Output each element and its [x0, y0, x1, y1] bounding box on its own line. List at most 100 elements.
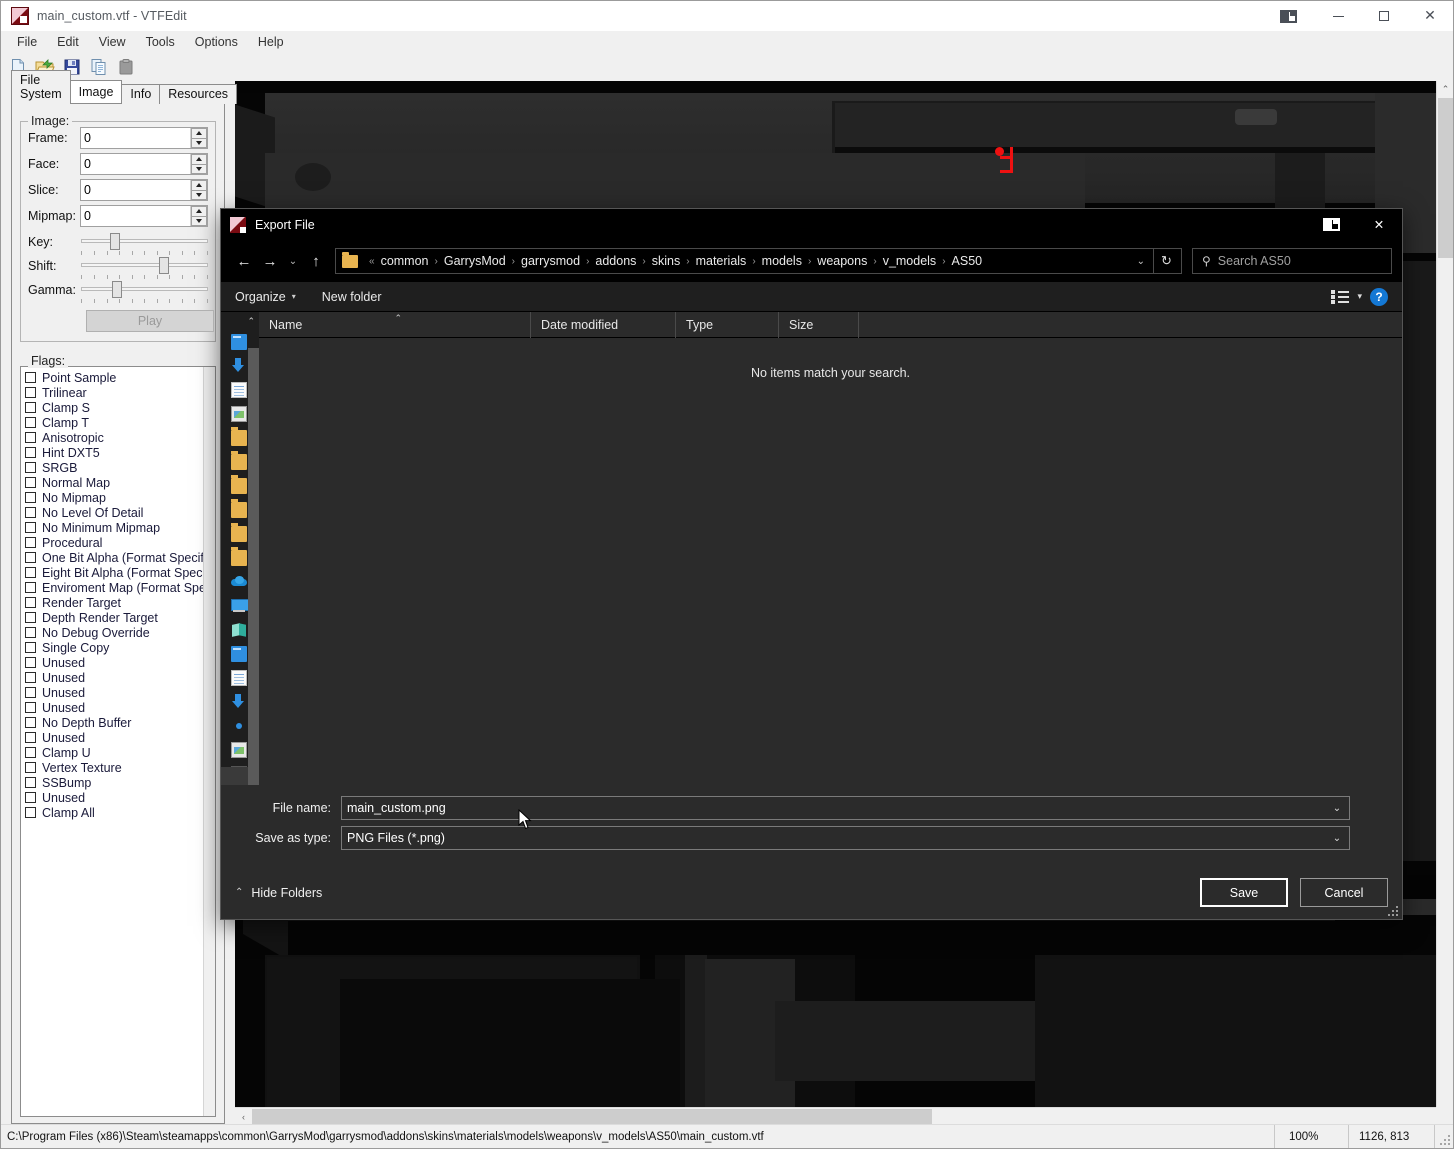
frame-input[interactable]	[81, 128, 190, 148]
checkbox-icon[interactable]	[25, 627, 36, 638]
search-input[interactable]: Search AS50	[1218, 254, 1291, 268]
checkbox-icon[interactable]	[25, 372, 36, 383]
preview-vscroll-thumb[interactable]	[1438, 98, 1453, 258]
frame-increment-button[interactable]	[191, 128, 207, 138]
checkbox-icon[interactable]	[25, 747, 36, 758]
file-name-input[interactable]: main_custom.png ⌄	[341, 796, 1350, 820]
column-header-size[interactable]: Size	[779, 311, 859, 338]
flag-checkbox-row[interactable]: Unused	[25, 700, 203, 715]
flags-listbox[interactable]: Point Sample Trilinear Clamp S Clamp T Aniso…	[20, 366, 216, 1117]
maximize-button[interactable]	[1361, 1, 1407, 31]
checkbox-icon[interactable]	[25, 732, 36, 743]
checkbox-icon[interactable]	[25, 492, 36, 503]
checkbox-icon[interactable]	[25, 612, 36, 623]
dialog-close-button[interactable]: ✕	[1356, 209, 1402, 240]
checkbox-icon[interactable]	[25, 432, 36, 443]
help-button[interactable]: ?	[1370, 287, 1388, 306]
flag-checkbox-row[interactable]: Unused	[25, 790, 203, 805]
checkbox-icon[interactable]	[25, 582, 36, 593]
checkbox-icon[interactable]	[25, 447, 36, 458]
shift-slider-thumb[interactable]	[159, 257, 170, 274]
flag-checkbox-row[interactable]: Trilinear	[25, 385, 203, 400]
flag-checkbox-row[interactable]: Unused	[25, 730, 203, 745]
flag-checkbox-row[interactable]: Eight Bit Alpha (Format Specific)	[25, 565, 203, 580]
save-button[interactable]: Save	[1200, 878, 1288, 907]
flag-checkbox-row[interactable]: Point Sample	[25, 370, 203, 385]
snap-layouts-button[interactable]	[1261, 1, 1315, 31]
navpane-scrollbar-thumb[interactable]	[248, 348, 259, 785]
flag-checkbox-row[interactable]: Hint DXT5	[25, 445, 203, 460]
scroll-up-button[interactable]: ⌃	[1437, 81, 1453, 98]
face-increment-button[interactable]	[191, 154, 207, 164]
dialog-resize-grip[interactable]	[1388, 906, 1398, 916]
menu-file[interactable]: File	[7, 33, 47, 51]
new-folder-button[interactable]: New folder	[322, 290, 382, 304]
breadcrumb-item-common[interactable]: common	[381, 254, 429, 268]
flag-checkbox-row[interactable]: Procedural	[25, 535, 203, 550]
preview-hscroll-thumb[interactable]	[252, 1109, 932, 1124]
checkbox-icon[interactable]	[25, 657, 36, 668]
organize-button[interactable]: Organize ▾	[235, 290, 296, 304]
change-view-icon[interactable]	[1331, 289, 1350, 304]
checkbox-icon[interactable]	[25, 507, 36, 518]
flag-checkbox-row[interactable]: Clamp T	[25, 415, 203, 430]
frame-decrement-button[interactable]	[191, 137, 207, 148]
checkbox-icon[interactable]	[25, 462, 36, 473]
column-header-name[interactable]: Name ⌃	[259, 311, 531, 338]
gamma-slider-thumb[interactable]	[112, 281, 123, 298]
checkbox-icon[interactable]	[25, 522, 36, 533]
slice-input[interactable]	[81, 180, 190, 200]
flag-checkbox-row[interactable]: SSBump	[25, 775, 203, 790]
save-as-type-dropdown-button[interactable]: ⌄	[1325, 827, 1349, 849]
checkbox-icon[interactable]	[25, 807, 36, 818]
breadcrumb-item-as50[interactable]: AS50	[952, 254, 983, 268]
mipmap-input[interactable]	[81, 206, 190, 226]
tab-file-system[interactable]: File System	[11, 70, 71, 104]
breadcrumb-overflow[interactable]: «	[363, 256, 381, 267]
checkbox-icon[interactable]	[25, 477, 36, 488]
recent-locations-button[interactable]: ⌄	[283, 248, 303, 274]
window-resize-grip[interactable]	[1435, 1125, 1453, 1148]
slice-stepper[interactable]	[80, 179, 208, 201]
view-dropdown-button[interactable]: ▾	[1357, 291, 1362, 302]
breadcrumb-dropdown-button[interactable]: ⌄	[1129, 256, 1153, 267]
breadcrumb-item-weapons[interactable]: weapons	[817, 254, 867, 268]
save-as-type-select[interactable]: PNG Files (*.png) ⌄	[341, 826, 1350, 850]
checkbox-icon[interactable]	[25, 717, 36, 728]
tab-image[interactable]: Image	[69, 80, 123, 103]
up-one-level-button[interactable]: ↑	[303, 248, 329, 274]
checkbox-icon[interactable]	[25, 642, 36, 653]
breadcrumb-item-models[interactable]: models	[762, 254, 802, 268]
flag-checkbox-row[interactable]: Depth Render Target	[25, 610, 203, 625]
flag-checkbox-row[interactable]: No Level Of Detail	[25, 505, 203, 520]
flag-checkbox-row[interactable]: No Mipmap	[25, 490, 203, 505]
menu-options[interactable]: Options	[185, 33, 248, 51]
breadcrumb-item-skins[interactable]: skins	[652, 254, 680, 268]
menu-help[interactable]: Help	[248, 33, 294, 51]
flag-checkbox-row[interactable]: Clamp All	[25, 805, 203, 820]
checkbox-icon[interactable]	[25, 597, 36, 608]
flag-checkbox-row[interactable]: Normal Map	[25, 475, 203, 490]
breadcrumb-item-garrysmod[interactable]: garrysmod	[521, 254, 580, 268]
flag-checkbox-row[interactable]: Unused	[25, 685, 203, 700]
tab-resources[interactable]: Resources	[159, 84, 238, 104]
cancel-button[interactable]: Cancel	[1300, 878, 1388, 907]
mipmap-increment-button[interactable]	[191, 206, 207, 216]
menu-tools[interactable]: Tools	[136, 33, 185, 51]
face-decrement-button[interactable]	[191, 163, 207, 174]
flags-scrollbar[interactable]	[203, 367, 215, 1116]
scroll-left-button[interactable]: ‹	[235, 1108, 252, 1124]
flag-checkbox-row[interactable]: Enviroment Map (Format Specific)	[25, 580, 203, 595]
flag-checkbox-row[interactable]: Clamp S	[25, 400, 203, 415]
breadcrumb-item-materials[interactable]: materials	[696, 254, 747, 268]
flag-checkbox-row[interactable]: No Depth Buffer	[25, 715, 203, 730]
flag-checkbox-row[interactable]: Single Copy	[25, 640, 203, 655]
flag-checkbox-row[interactable]: Anisotropic	[25, 430, 203, 445]
preview-horizontal-scrollbar[interactable]: ‹	[235, 1107, 1436, 1124]
file-name-dropdown-button[interactable]: ⌄	[1325, 797, 1349, 819]
checkbox-icon[interactable]	[25, 777, 36, 788]
copy-button[interactable]	[87, 55, 111, 79]
breadcrumb-item-addons[interactable]: addons	[595, 254, 636, 268]
hide-folders-button[interactable]: ⌃ Hide Folders	[235, 886, 322, 900]
shift-slider[interactable]	[81, 254, 208, 279]
